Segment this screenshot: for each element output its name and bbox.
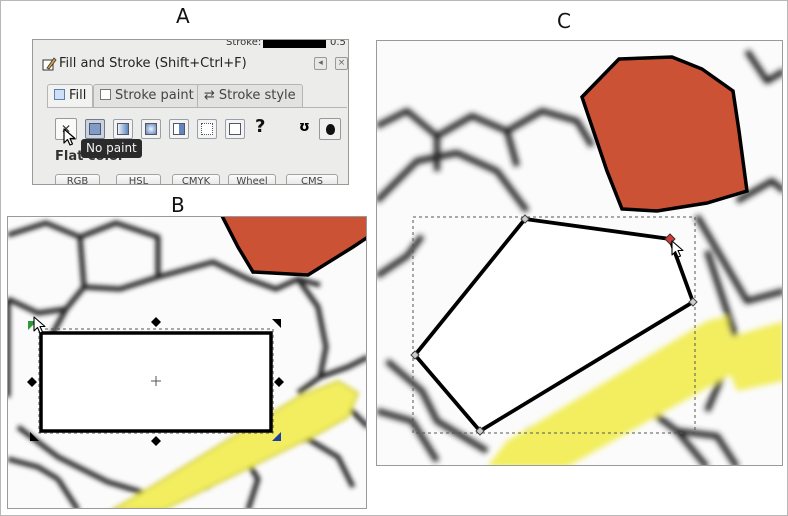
unset-icon <box>229 123 241 135</box>
fill-tab-icon <box>54 89 65 100</box>
stroke-style-tab-icon: ⇄ <box>204 88 215 103</box>
linear-gradient-button[interactable] <box>113 119 133 139</box>
color-mode-rgb[interactable]: RGB <box>55 174 100 184</box>
pattern-button[interactable] <box>169 119 189 139</box>
color-mode-cmyk[interactable]: CMYK <box>172 174 220 184</box>
color-mode-wheel[interactable]: Wheel <box>228 174 276 184</box>
unset-paint-button[interactable] <box>225 119 245 139</box>
stroke-color-swatch[interactable] <box>263 40 326 48</box>
linear-gradient-icon <box>117 123 129 135</box>
stroke-label: Stroke: <box>226 39 262 48</box>
swatch-button[interactable] <box>197 119 217 139</box>
color-mode-cms[interactable]: CMS <box>286 174 338 184</box>
panel-label-b: B <box>171 193 185 217</box>
nonzero-fill-rule-button[interactable] <box>319 118 341 140</box>
canvas-c[interactable] <box>377 41 783 466</box>
stroke-indicator-row: Stroke: 0.5 <box>33 40 348 50</box>
arrow-cursor-icon <box>63 128 76 146</box>
panel-label-c: C <box>557 9 571 33</box>
unset-question-icon[interactable]: ? <box>255 116 265 137</box>
tooltip: No paint <box>81 139 142 158</box>
tab-stroke-style[interactable]: ⇄ Stroke style <box>197 84 303 108</box>
tab-stroke-paint-label: Stroke paint <box>115 88 194 103</box>
stroke-width-value[interactable]: 0.5 <box>330 40 346 48</box>
tab-fill-label: Fill <box>69 88 87 103</box>
dialog-collapse-icon[interactable]: ◂ <box>314 57 327 70</box>
tab-fill[interactable]: Fill <box>47 84 94 108</box>
canvas-panel-c <box>376 40 783 466</box>
pattern-icon <box>173 123 185 135</box>
fill-stroke-dialog: Stroke: 0.5 Fill and Stroke (Shift+Ctrl+… <box>32 39 349 185</box>
dialog-titlebar: Fill and Stroke (Shift+Ctrl+F) ◂ × <box>33 54 348 74</box>
nonzero-icon <box>326 124 335 135</box>
tab-stroke-paint[interactable]: Stroke paint <box>93 84 201 108</box>
pen-icon <box>42 57 57 71</box>
flat-color-icon <box>89 123 101 135</box>
flat-color-button[interactable] <box>85 119 105 139</box>
radial-gradient-icon <box>145 123 157 135</box>
color-mode-hsl[interactable]: HSL <box>116 174 161 184</box>
dialog-title: Fill and Stroke (Shift+Ctrl+F) <box>59 56 247 71</box>
swatch-icon <box>201 123 213 135</box>
canvas-b[interactable] <box>8 217 367 509</box>
radial-gradient-button[interactable] <box>141 119 161 139</box>
panel-label-a: A <box>176 4 190 28</box>
canvas-panel-b <box>7 216 367 509</box>
evenodd-fill-rule-icon[interactable]: ʊ <box>299 119 310 135</box>
dialog-close-icon[interactable]: × <box>335 57 348 70</box>
tab-stroke-style-label: Stroke style <box>218 88 296 103</box>
stroke-paint-tab-icon <box>100 89 111 100</box>
